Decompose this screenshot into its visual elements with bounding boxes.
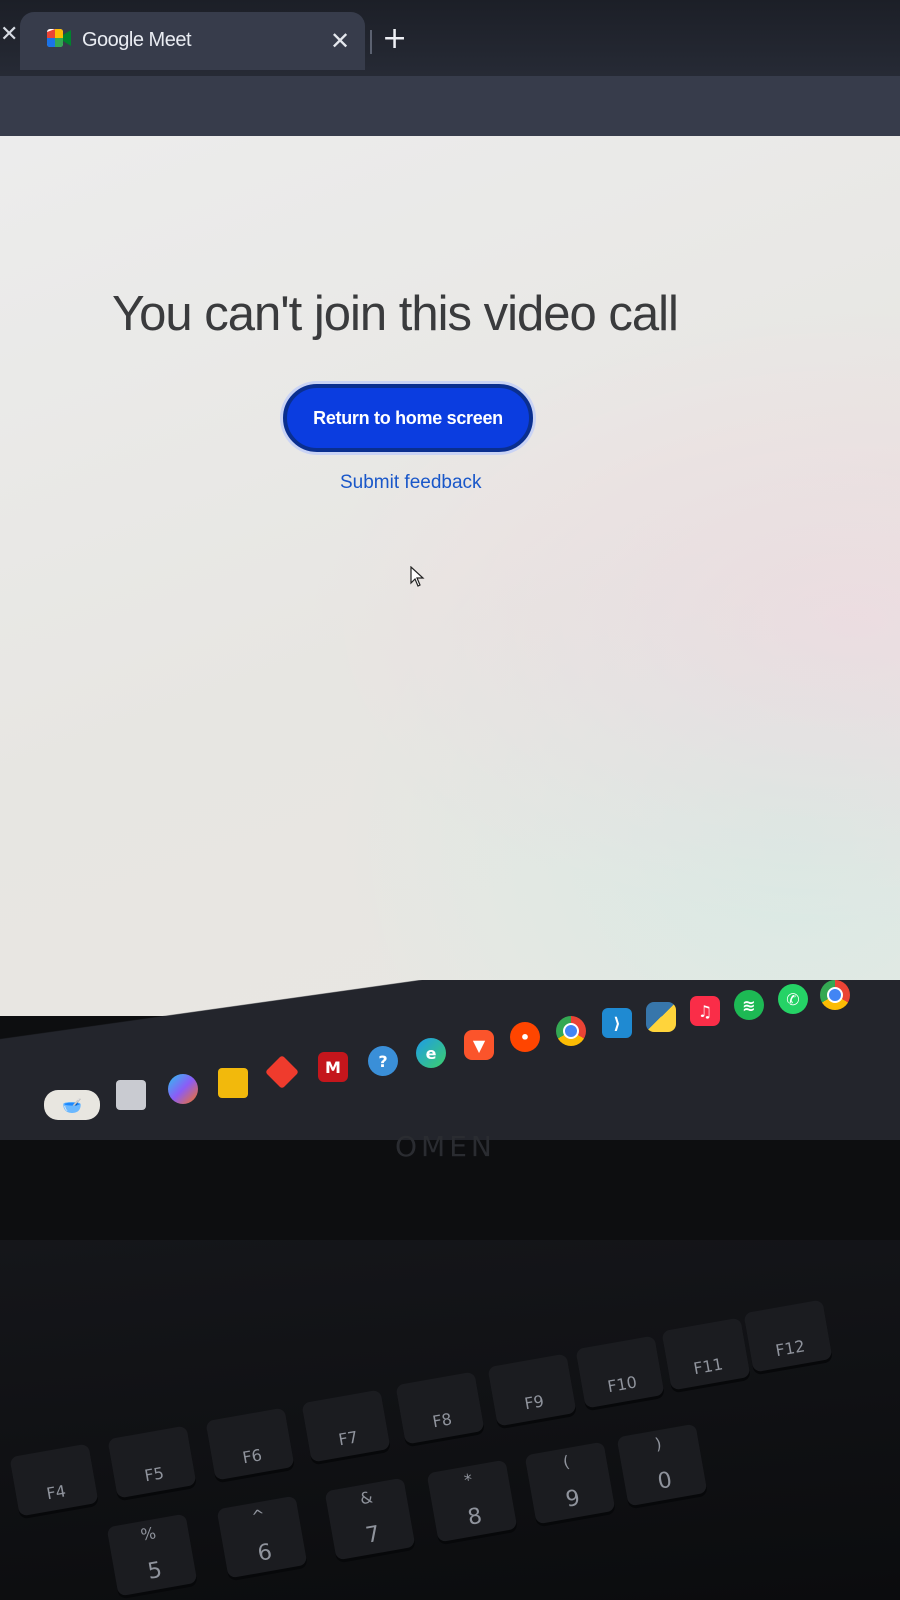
key-9: ( 9 xyxy=(524,1441,616,1525)
key-6: ^ 6 xyxy=(216,1495,308,1579)
key-7: & 7 xyxy=(324,1477,416,1561)
copilot-icon[interactable] xyxy=(168,1074,198,1104)
key-7-number: 7 xyxy=(363,1521,382,1549)
key-5: % 5 xyxy=(106,1513,198,1597)
key-f8: F8 xyxy=(395,1371,485,1445)
apple-music-icon[interactable]: ♫ xyxy=(690,996,720,1026)
browser-tab-bar: ✕ Google Meet ✕ + xyxy=(0,0,900,76)
page-content: You can't join this video call Return to… xyxy=(0,136,900,1016)
previous-tab-close-icon[interactable]: ✕ xyxy=(0,22,18,47)
submit-feedback-link[interactable]: Submit feedback xyxy=(340,472,482,494)
python-icon[interactable] xyxy=(646,1002,676,1032)
whatsapp-icon[interactable]: ✆ xyxy=(778,984,808,1014)
tab-title: Google Meet xyxy=(82,29,192,51)
key-5-symbol: % xyxy=(139,1523,158,1545)
key-0: ) 0 xyxy=(616,1423,708,1507)
key-5-number: 5 xyxy=(145,1557,164,1585)
tab-close-icon[interactable]: ✕ xyxy=(330,27,350,55)
key-9-number: 9 xyxy=(563,1485,582,1513)
app-diamond-icon[interactable] xyxy=(265,1055,299,1089)
brand-logo: OMEN xyxy=(395,1130,496,1163)
mouse-pointer-icon xyxy=(410,566,425,587)
key-9-symbol: ( xyxy=(561,1451,571,1472)
task-view-icon[interactable] xyxy=(116,1080,146,1110)
tab-separator xyxy=(370,30,372,54)
spotify-icon[interactable]: ≋ xyxy=(734,990,764,1020)
laptop-keyboard: F4 F5 F6 F7 F8 F9 F10 F11 F12 % 5 ^ 6 & … xyxy=(0,1240,900,1600)
google-meet-icon xyxy=(47,29,71,47)
new-tab-button[interactable]: + xyxy=(382,24,407,54)
weather-widget-icon[interactable]: 🥣 xyxy=(44,1090,100,1120)
key-7-symbol: & xyxy=(358,1487,375,1509)
tab-google-meet[interactable]: Google Meet ✕ xyxy=(20,12,365,70)
key-f11: F11 xyxy=(661,1317,751,1391)
key-f6: F6 xyxy=(205,1407,295,1481)
browser-toolbar xyxy=(0,76,900,136)
key-6-symbol: ^ xyxy=(250,1505,267,1527)
brave-icon[interactable]: ▼ xyxy=(464,1030,494,1060)
key-f10: F10 xyxy=(575,1335,665,1409)
file-explorer-icon[interactable] xyxy=(218,1068,248,1098)
key-6-number: 6 xyxy=(255,1539,274,1567)
key-8-symbol: * xyxy=(462,1469,474,1490)
key-f12: F12 xyxy=(743,1299,833,1373)
key-f4: F4 xyxy=(9,1443,99,1517)
chrome-icon[interactable] xyxy=(556,1016,586,1046)
key-f9: F9 xyxy=(487,1353,577,1427)
key-f5: F5 xyxy=(107,1425,197,1499)
taskbar: 🥣 M ? e ▼ • ⟩ ♫ ≋ ✆ xyxy=(0,980,900,1140)
vscode-icon[interactable]: ⟩ xyxy=(602,1008,632,1038)
edge-icon[interactable]: e xyxy=(416,1038,446,1068)
chrome-profile-icon[interactable] xyxy=(820,980,850,1010)
key-8: * 8 xyxy=(426,1459,518,1543)
key-0-number: 0 xyxy=(655,1467,674,1495)
key-8-number: 8 xyxy=(465,1503,484,1531)
return-to-home-button[interactable]: Return to home screen xyxy=(283,384,533,452)
mcafee-icon[interactable]: M xyxy=(318,1052,348,1082)
reddit-icon[interactable]: • xyxy=(510,1022,540,1052)
key-0-symbol: ) xyxy=(653,1433,663,1454)
page-title: You can't join this video call xyxy=(112,287,679,341)
help-icon[interactable]: ? xyxy=(368,1046,398,1076)
key-f7: F7 xyxy=(301,1389,391,1463)
